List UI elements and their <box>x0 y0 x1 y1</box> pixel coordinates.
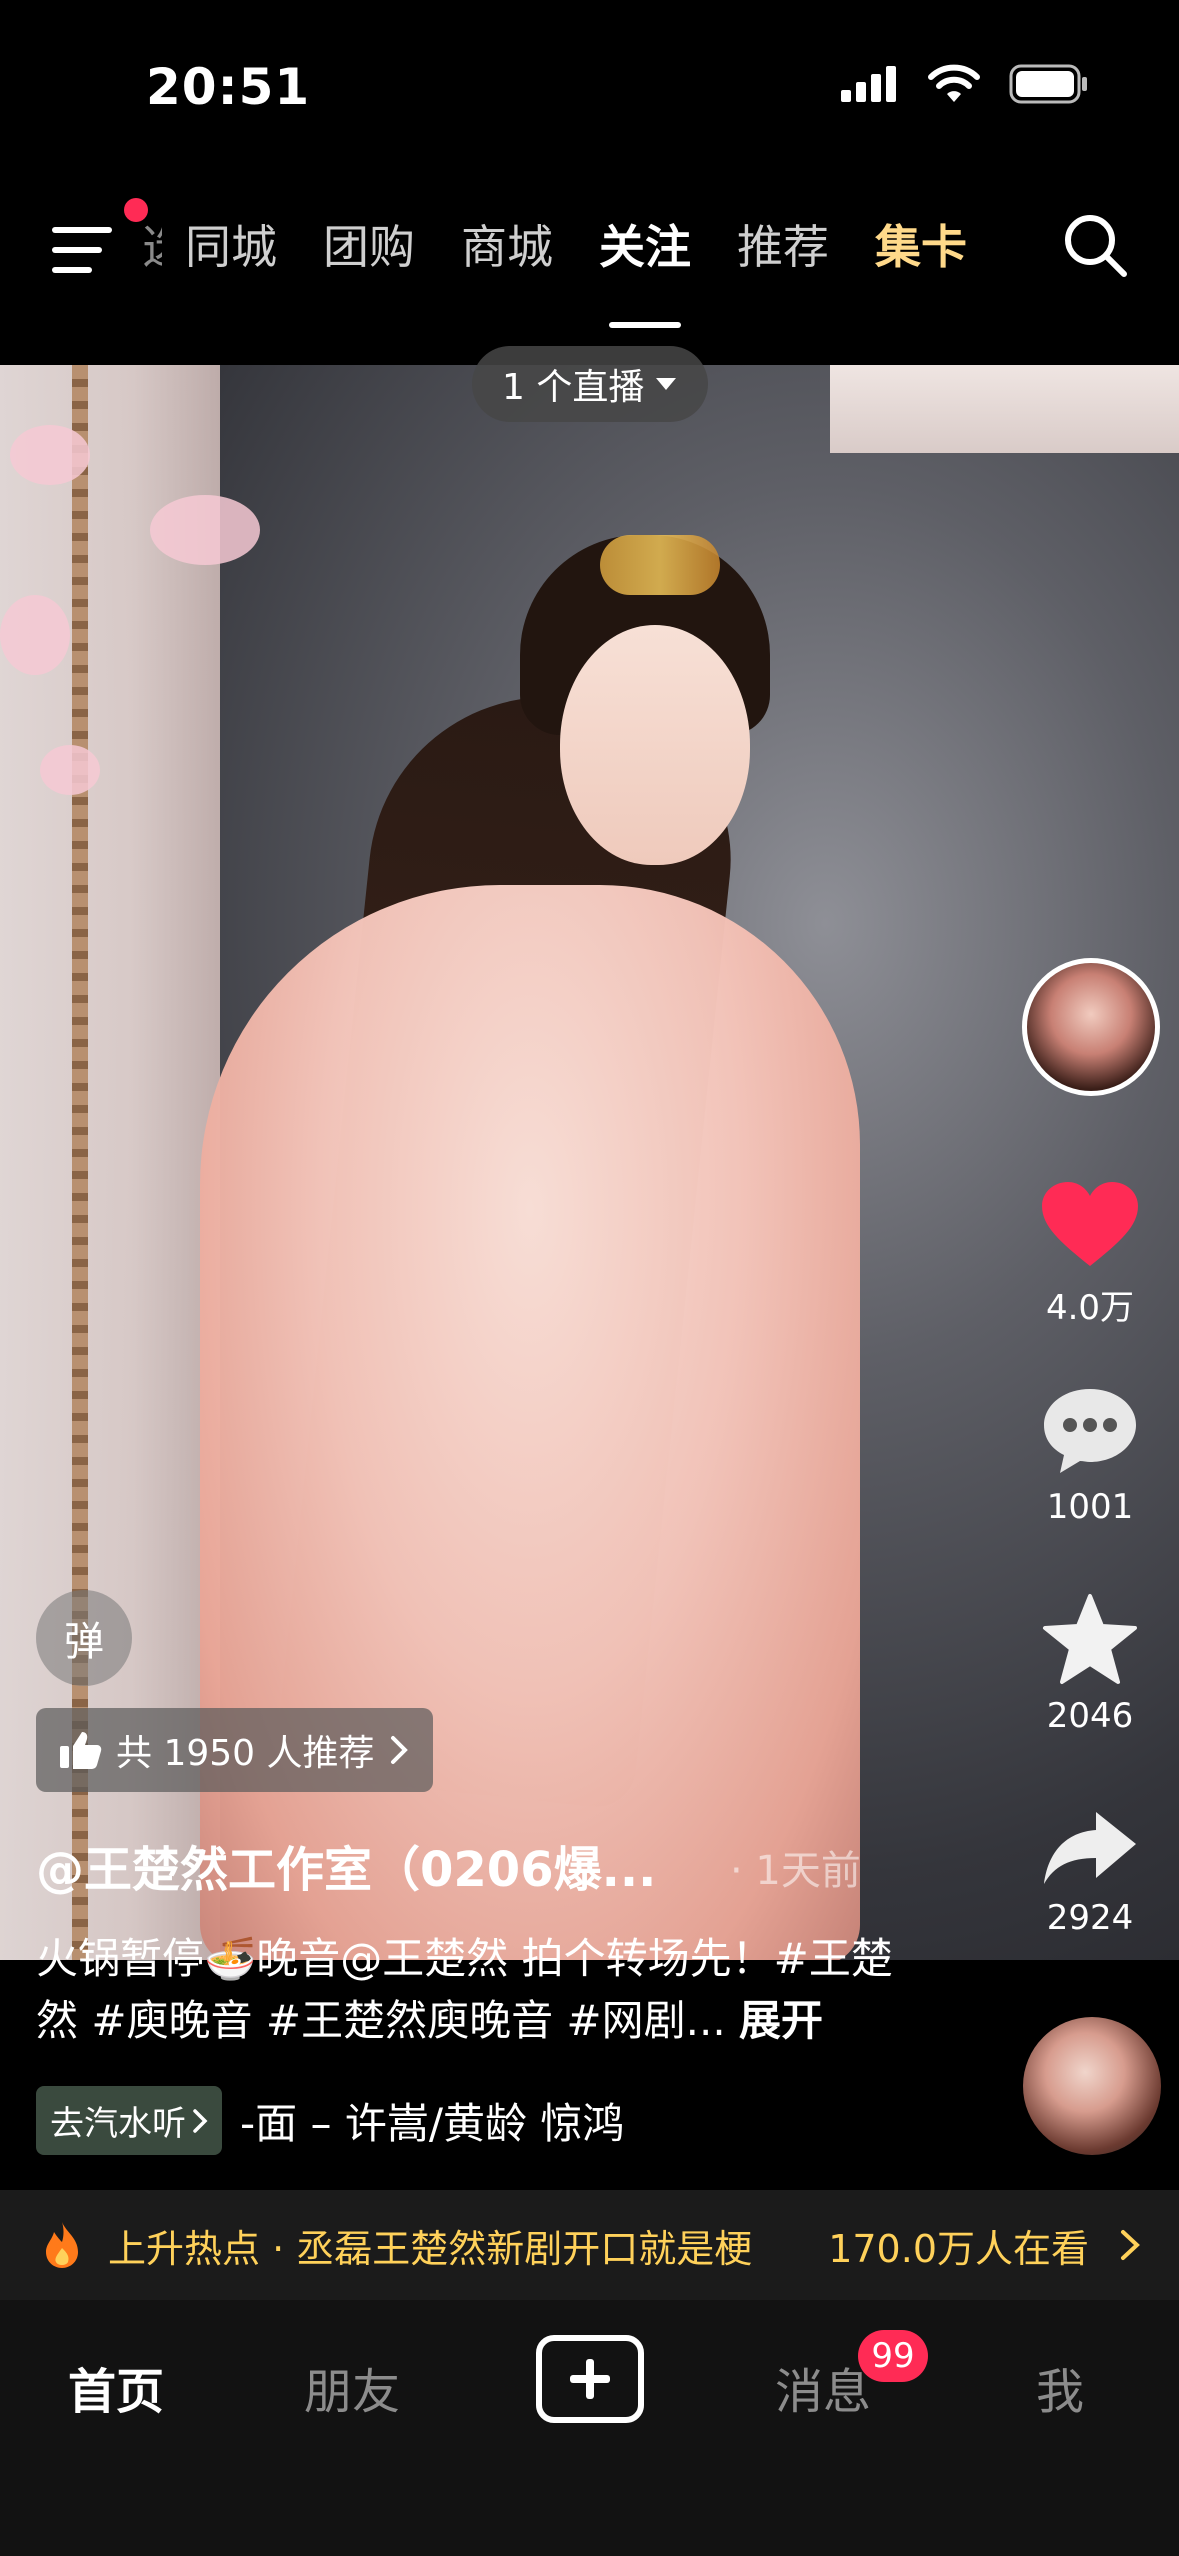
comment-count: 1001 <box>1046 1487 1134 1527</box>
share-button[interactable]: 2924 <box>1030 1808 1150 1938</box>
search-icon[interactable] <box>1060 210 1130 280</box>
danmu-button[interactable]: 弹 <box>36 1590 132 1686</box>
video-figure-dress <box>200 885 860 1960</box>
author-name[interactable]: @王楚然工作室（0206爆... <box>36 1830 656 1900</box>
post-time: · 1天前 <box>730 1848 861 1894</box>
music-disc[interactable] <box>1023 2017 1161 2155</box>
tab-collect-cards[interactable]: 集卡 <box>852 212 990 282</box>
live-stream-pill[interactable]: 1 个直播 <box>472 346 709 422</box>
author-avatar[interactable] <box>1022 958 1160 1096</box>
expand-link[interactable]: 展开 <box>739 1996 823 2045</box>
cellular-signal-icon <box>841 66 896 102</box>
chevron-right-icon <box>390 1736 408 1764</box>
chevron-right-icon <box>193 2108 208 2133</box>
wifi-icon <box>928 64 980 102</box>
fire-icon <box>46 2222 78 2268</box>
music-app-tag[interactable]: 去汽水听 <box>36 2086 222 2155</box>
recommend-pill[interactable]: 共 1950 人推荐 <box>36 1708 433 1792</box>
video-figure-face <box>560 625 750 865</box>
messages-badge: 99 <box>858 2330 928 2382</box>
like-button[interactable]: 4.0万 <box>1030 1180 1150 1329</box>
music-row: 去汽水听 -面 – 许嵩/黄龄 惊鸿 <box>36 2086 624 2155</box>
share-arrow-icon <box>1044 1812 1136 1884</box>
caret-down-icon <box>656 378 677 390</box>
trending-bar[interactable]: 上升热点 · 丞磊王楚然新剧开口就是梗 170.0万人在看 <box>0 2190 1179 2300</box>
live-pill-label: 1 个直播 <box>502 367 645 408</box>
video-backdrop-curtain-right <box>830 365 1179 453</box>
chevron-right-icon <box>1121 2230 1140 2260</box>
music-title[interactable]: -面 – 许嵩/黄龄 惊鸿 <box>240 2090 624 2151</box>
create-button[interactable] <box>536 2335 644 2423</box>
plus-icon <box>570 2359 610 2399</box>
tab-local[interactable]: 同城 <box>162 212 300 282</box>
tab-partial[interactable]: 选 <box>138 212 162 282</box>
status-icons <box>841 64 1089 104</box>
status-time: 20:51 <box>146 58 311 116</box>
thumbs-up-icon <box>60 1732 102 1769</box>
favorite-count: 2046 <box>1046 1696 1134 1736</box>
nav-messages[interactable]: 消息 <box>775 2352 871 2422</box>
tab-following[interactable]: 关注 <box>576 212 714 282</box>
video-figure-headpiece <box>600 535 720 595</box>
trending-viewers: 170.0万人在看 <box>828 2226 1089 2271</box>
share-count: 2924 <box>1046 1898 1134 1938</box>
tab-mall[interactable]: 商城 <box>438 212 576 282</box>
tab-recommend[interactable]: 推荐 <box>714 212 852 282</box>
music-tag-label: 去汽水听 <box>50 2104 186 2144</box>
nav-home[interactable]: 首页 <box>68 2352 164 2422</box>
nav-friends[interactable]: 朋友 <box>304 2352 400 2422</box>
blossom <box>40 745 100 795</box>
battery-icon <box>1009 64 1087 104</box>
recommend-label: 共 1950 人推荐 <box>116 1733 375 1774</box>
tab-group-buy[interactable]: 团购 <box>300 212 438 282</box>
favorite-button[interactable]: 2046 <box>1030 1592 1150 1736</box>
heart-icon <box>1042 1182 1138 1266</box>
top-tabs: 选 同城 团购 商城 关注 推荐 集卡 <box>138 212 990 282</box>
video-description: 火锅暂停🍜晚音@王楚然 拍个转场先！#王楚然 #庾晚音 #王楚然庾晚音 #网剧.… <box>36 1928 916 2052</box>
like-count: 4.0万 <box>1045 1288 1135 1328</box>
trending-text: 上升热点 · 丞磊王楚然新剧开口就是梗 <box>108 2226 753 2271</box>
blossom <box>0 595 70 675</box>
comment-icon <box>1044 1389 1136 1473</box>
comment-button[interactable]: 1001 <box>1030 1385 1150 1527</box>
blossom <box>150 495 260 565</box>
nav-me[interactable]: 我 <box>1036 2352 1084 2422</box>
blossom <box>10 425 90 485</box>
star-icon <box>1043 1594 1137 1684</box>
menu-icon[interactable] <box>52 225 116 275</box>
